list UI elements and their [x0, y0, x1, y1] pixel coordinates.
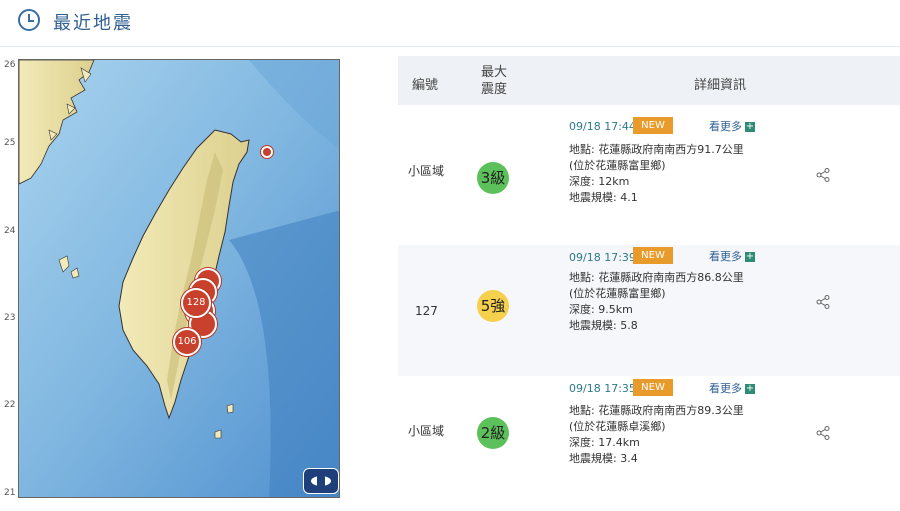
lat-label: 25 — [4, 138, 16, 148]
see-more-label: 看更多 — [709, 382, 742, 395]
see-more-link[interactable]: 看更多 + — [709, 118, 755, 134]
quake-location: 地點: 花蓮縣政府南南西方89.3公里 — [569, 404, 744, 417]
lat-label: 24 — [4, 226, 16, 236]
earthquake-map: 26 25 24 23 22 21 128 106 — [0, 56, 345, 498]
quake-info: 地點: 花蓮縣政府南南西方91.7公里 (位於花蓮縣富里鄉) 深度: 12km … — [569, 142, 764, 206]
quake-marker-128[interactable]: 128 — [181, 288, 211, 318]
quake-marker[interactable] — [261, 146, 273, 158]
quake-time: 09/18 17:44 — [569, 120, 636, 133]
header-max-intensity: 最大震度 — [480, 65, 507, 97]
new-badge: NEW — [633, 379, 673, 396]
row-separator — [398, 236, 900, 245]
header-id: 編號 — [412, 78, 439, 93]
quake-depth: 深度: 12km — [569, 175, 630, 188]
plus-icon: + — [745, 383, 755, 394]
lat-label: 26 — [4, 60, 16, 70]
quake-depth: 深度: 9.5km — [569, 303, 633, 316]
cwb-logo-icon — [303, 468, 339, 494]
lat-label: 22 — [4, 400, 16, 410]
quake-magnitude: 地震規模: 3.4 — [569, 452, 638, 465]
table-row[interactable]: 127 5強 09/18 17:39 NEW 看更多 + 地點: 花蓮縣政府南南西… — [398, 245, 900, 376]
share-icon[interactable] — [816, 168, 830, 182]
quake-area: (位於花蓮縣富里鄉) — [569, 287, 666, 300]
row-id: 小區域 — [408, 423, 445, 438]
plus-icon: + — [745, 251, 755, 262]
see-more-label: 看更多 — [709, 250, 742, 263]
header-details: 詳細資訊 — [694, 78, 747, 93]
intensity-badge: 3級 — [477, 162, 509, 194]
quake-time: 09/18 17:39 — [569, 251, 636, 264]
lat-label: 21 — [4, 488, 16, 498]
map-graphic — [19, 60, 339, 497]
quake-time: 09/18 17:35 — [569, 382, 636, 395]
lat-label: 23 — [4, 313, 16, 323]
section-header: 最近地震 — [0, 0, 900, 47]
quake-area: (位於花蓮縣富里鄉) — [569, 159, 666, 172]
map-canvas[interactable]: 128 106 — [18, 59, 340, 498]
quake-location: 地點: 花蓮縣政府南南西方86.8公里 — [569, 271, 744, 284]
new-badge: NEW — [633, 247, 673, 264]
quake-magnitude: 地震規模: 5.8 — [569, 319, 638, 332]
quake-info: 地點: 花蓮縣政府南南西方89.3公里 (位於花蓮縣卓溪鄉) 深度: 17.4k… — [569, 403, 764, 467]
share-icon[interactable] — [816, 426, 830, 440]
row-id: 小區域 — [408, 164, 445, 178]
row-id: 127 — [415, 303, 438, 318]
share-icon[interactable] — [816, 295, 830, 309]
table-row[interactable]: 小區域 3級 09/18 17:44 NEW 看更多 + 地點: 花蓮縣政府南南西… — [398, 105, 900, 236]
see-more-link[interactable]: 看更多 + — [709, 380, 755, 396]
table-header: 編號 最大震度 詳細資訊 — [398, 56, 900, 105]
quake-location: 地點: 花蓮縣政府南南西方91.7公里 — [569, 143, 744, 156]
intensity-badge: 2級 — [477, 417, 509, 449]
new-badge: NEW — [633, 117, 673, 134]
see-more-label: 看更多 — [709, 120, 742, 133]
quake-info: 地點: 花蓮縣政府南南西方86.8公里 (位於花蓮縣富里鄉) 深度: 9.5km… — [569, 270, 764, 334]
quake-area: (位於花蓮縣卓溪鄉) — [569, 420, 666, 433]
quake-magnitude: 地震規模: 4.1 — [569, 191, 638, 204]
table-row[interactable]: 小區域 2級 09/18 17:35 NEW 看更多 + 地點: 花蓮縣政府南南西… — [398, 379, 900, 511]
quake-marker-106[interactable]: 106 — [173, 328, 201, 356]
page-title: 最近地震 — [53, 13, 133, 34]
clock-icon — [18, 9, 40, 31]
intensity-badge: 5強 — [477, 290, 509, 322]
plus-icon: + — [745, 121, 755, 132]
see-more-link[interactable]: 看更多 + — [709, 248, 755, 264]
quake-depth: 深度: 17.4km — [569, 436, 640, 449]
earthquake-table: 編號 最大震度 詳細資訊 小區域 3級 09/18 17:44 NEW 看更多 +… — [398, 56, 900, 511]
